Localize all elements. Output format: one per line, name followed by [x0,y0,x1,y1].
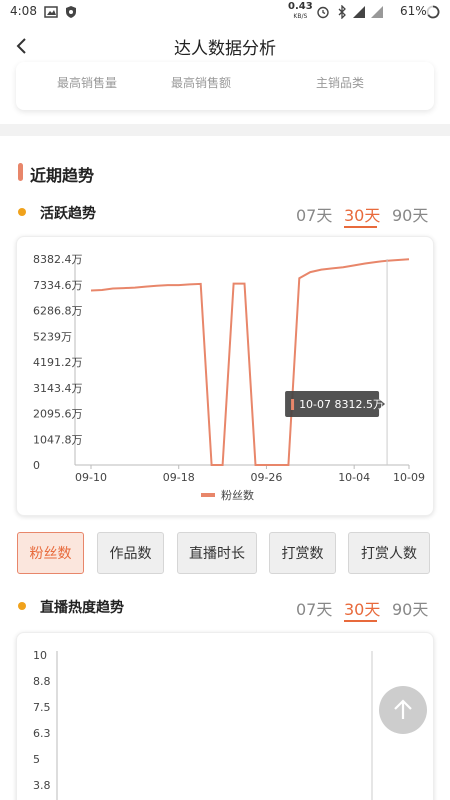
x-tick-label: 10-04 [338,471,370,484]
active-trend-dot [18,208,26,216]
y-tick-label: 5239万 [33,330,72,343]
metric-button-fans[interactable]: 粉丝数 [17,532,84,574]
y-tick-label: 10 [33,649,47,662]
legend-label: 粉丝数 [221,489,254,502]
tooltip-text: 10-07 8312.5万 [299,398,384,411]
live-range-30[interactable]: 30天 [344,596,380,620]
shield-icon [66,6,76,18]
net-speed: 0.43 KB/S [288,1,313,21]
signal-icon-2 [371,6,383,18]
bluetooth-icon [338,5,346,19]
y-tick-label: 3.8 [33,779,51,792]
arrow-up-icon [394,699,412,719]
metric-button-tippers[interactable]: 打赏人数 [348,532,430,574]
y-tick-label: 5 [33,753,40,766]
stat-label-main-category: 主销品类 [316,76,365,90]
active-trend-title: 活跃趋势 [40,206,96,222]
signal-icon [353,6,365,18]
live-range-90[interactable]: 90天 [392,596,428,620]
active-range-30[interactable]: 30天 [344,202,380,226]
y-tick-label: 0 [33,459,40,472]
tooltip-marker [291,399,295,410]
status-bar: 4:08 0.43 KB/S 61% [0,0,450,24]
alarm-icon [317,6,329,19]
y-tick-label: 3143.4万 [33,382,83,395]
y-tick-label: 4191.2万 [33,356,83,369]
live-trend-title: 直播热度趋势 [40,600,124,616]
page-title: 达人数据分析 [174,39,276,59]
live-trend-chart-card: 10 8.8 7.5 6.3 5 3.8 [16,632,434,800]
scroll-to-top-button[interactable] [379,686,427,734]
y-tick-label: 6286.8万 [33,305,83,318]
live-trend-dot [18,602,26,610]
live-range-07[interactable]: 07天 [296,596,332,620]
y-tick-label: 7334.6万 [33,279,83,292]
top-stats-area: 最高销售量 最高销售额 主销品类 [0,62,450,124]
x-tick-label: 09-18 [163,471,195,484]
battery-icon [426,5,440,19]
metric-button-tips[interactable]: 打赏数 [269,532,336,574]
live-range-underline [344,620,377,622]
y-tick-label: 6.3 [33,727,51,740]
active-trend-chart-card: 0 1047.8万 2095.6万 3143.4万 4191.2万 5239万 6286.8… [16,236,434,516]
image-icon [44,6,58,18]
active-trend-chart: 0 1047.8万 2095.6万 3143.4万 4191.2万 5239万 6286.8… [33,253,425,502]
y-tick-label: 1047.8万 [33,433,83,446]
stat-label-max-sales-amount: 最高销售额 [171,76,232,90]
y-tick-label: 8382.4万 [33,253,83,266]
x-tick-label: 09-26 [250,471,282,484]
section-title: 近期趋势 [30,166,95,185]
metric-button-works[interactable]: 作品数 [97,532,164,574]
active-range-underline [344,226,377,228]
x-tick-label: 10-09 [393,471,425,484]
active-range-90[interactable]: 90天 [392,202,428,226]
active-range-07[interactable]: 07天 [296,202,332,226]
x-tick-label: 09-10 [75,471,107,484]
y-tick-label: 7.5 [33,701,51,714]
legend-swatch [201,493,215,497]
y-tick-label: 2095.6万 [33,408,83,421]
stat-label-max-sales-volume: 最高销售量 [57,76,118,90]
top-stats-card: 最高销售量 最高销售额 主销品类 [16,62,434,110]
battery-percent: 61% [400,4,427,18]
live-trend-chart: 10 8.8 7.5 6.3 5 3.8 [33,649,373,800]
fans-series-line [90,258,410,466]
status-time: 4:08 [10,4,37,18]
metric-button-live-duration[interactable]: 直播时长 [177,532,257,574]
y-tick-label: 8.8 [33,675,51,688]
